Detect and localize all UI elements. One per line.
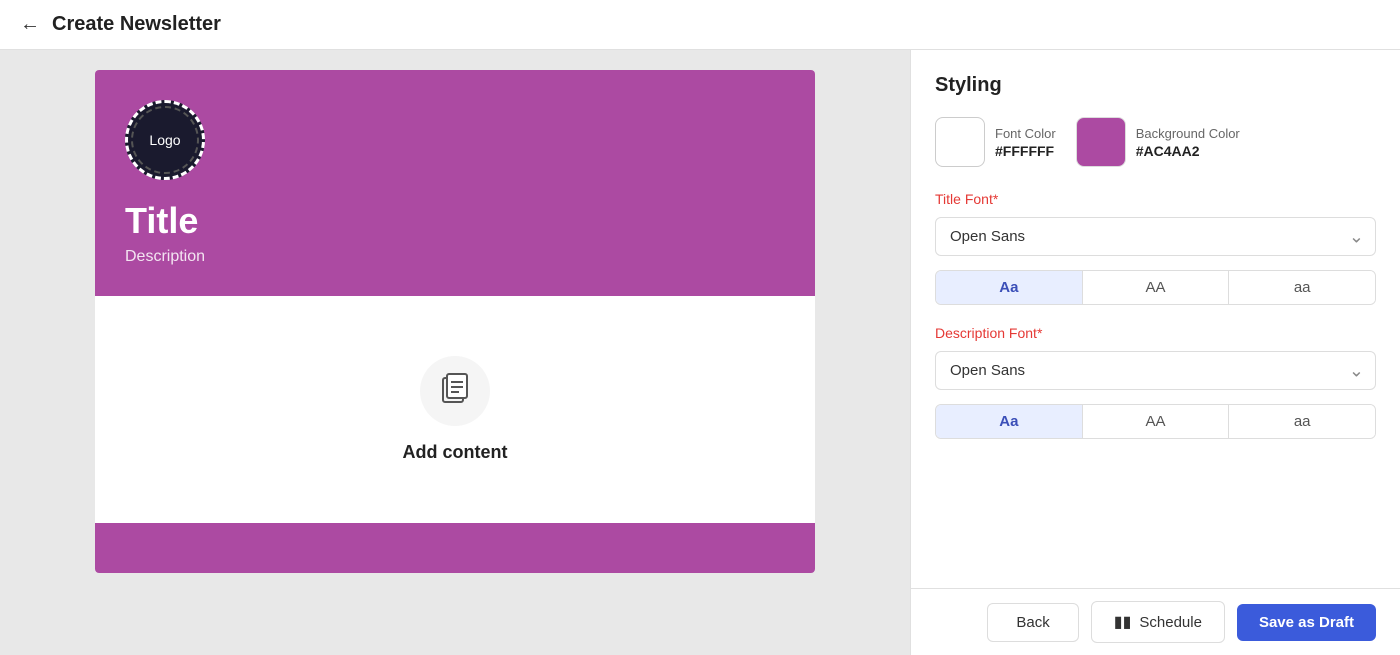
bg-color-label: Background Color	[1136, 126, 1240, 141]
newsletter-description: Description	[125, 248, 785, 266]
preview-area: Logo Title Description	[0, 50, 910, 655]
bottom-bar: Back ▮▮ Schedule Save as Draft	[911, 588, 1400, 655]
newsletter-header: Logo Title Description	[95, 70, 815, 296]
description-case-btn-AA[interactable]: AA	[1083, 405, 1230, 438]
font-color-hex: #FFFFFF	[995, 143, 1056, 159]
newsletter-footer	[95, 523, 815, 573]
styling-panel-content: Styling Font Color #FFFFFF Background Co…	[911, 50, 1400, 588]
description-case-btn-aa[interactable]: Aa	[936, 405, 1083, 438]
newsletter-content[interactable]: Add content	[95, 296, 815, 523]
font-color-label: Font Color	[995, 126, 1056, 141]
font-color-swatch[interactable]	[935, 117, 985, 167]
back-button[interactable]: ←	[20, 13, 40, 36]
description-case-buttons: Aa AA aa	[935, 404, 1376, 439]
styling-panel-title: Styling	[935, 74, 1376, 97]
back-button-footer[interactable]: Back	[987, 603, 1078, 642]
schedule-label: Schedule	[1139, 614, 1202, 631]
newsletter-container: Logo Title Description	[95, 70, 815, 573]
header: ← Create Newsletter	[0, 0, 1400, 50]
schedule-button[interactable]: ▮▮ Schedule	[1091, 601, 1225, 643]
title-font-select[interactable]: Open Sans Arial Roboto Georgia Times New…	[935, 217, 1376, 256]
title-font-select-wrapper: Open Sans Arial Roboto Georgia Times New…	[935, 217, 1376, 256]
title-font-label: Title Font*	[935, 191, 1376, 207]
bg-color-info: Background Color #AC4AA2	[1136, 126, 1240, 159]
page-title: Create Newsletter	[52, 13, 221, 36]
color-row: Font Color #FFFFFF Background Color #AC4…	[935, 117, 1376, 167]
title-case-btn-AA[interactable]: AA	[1083, 271, 1230, 304]
logo-title: Logo	[149, 132, 180, 148]
description-font-label: Description Font*	[935, 325, 1376, 341]
schedule-icon: ▮▮	[1114, 612, 1132, 632]
description-font-select-wrapper: Open Sans Arial Roboto Georgia Times New…	[935, 351, 1376, 390]
save-as-draft-button[interactable]: Save as Draft	[1237, 604, 1376, 641]
title-font-section: Title Font* Open Sans Arial Roboto Georg…	[935, 191, 1376, 305]
main-layout: Logo Title Description	[0, 50, 1400, 655]
font-color-group: Font Color #FFFFFF	[935, 117, 1056, 167]
description-case-btn-lower[interactable]: aa	[1229, 405, 1375, 438]
add-content-label: Add content	[403, 442, 508, 463]
title-case-btn-aa[interactable]: Aa	[936, 271, 1083, 304]
font-color-info: Font Color #FFFFFF	[995, 126, 1056, 159]
styling-panel: Styling Font Color #FFFFFF Background Co…	[910, 50, 1400, 655]
title-case-btn-lower[interactable]: aa	[1229, 271, 1375, 304]
newsletter-title: Title	[125, 200, 785, 242]
newsletter-logo: Logo	[125, 100, 205, 180]
description-font-section: Description Font* Open Sans Arial Roboto…	[935, 325, 1376, 439]
add-content-icon-wrapper	[420, 356, 490, 426]
description-font-select[interactable]: Open Sans Arial Roboto Georgia Times New…	[935, 351, 1376, 390]
add-content-icon	[439, 372, 471, 411]
bg-color-swatch[interactable]	[1076, 117, 1126, 167]
bg-color-hex: #AC4AA2	[1136, 143, 1240, 159]
bg-color-group: Background Color #AC4AA2	[1076, 117, 1240, 167]
title-case-buttons: Aa AA aa	[935, 270, 1376, 305]
